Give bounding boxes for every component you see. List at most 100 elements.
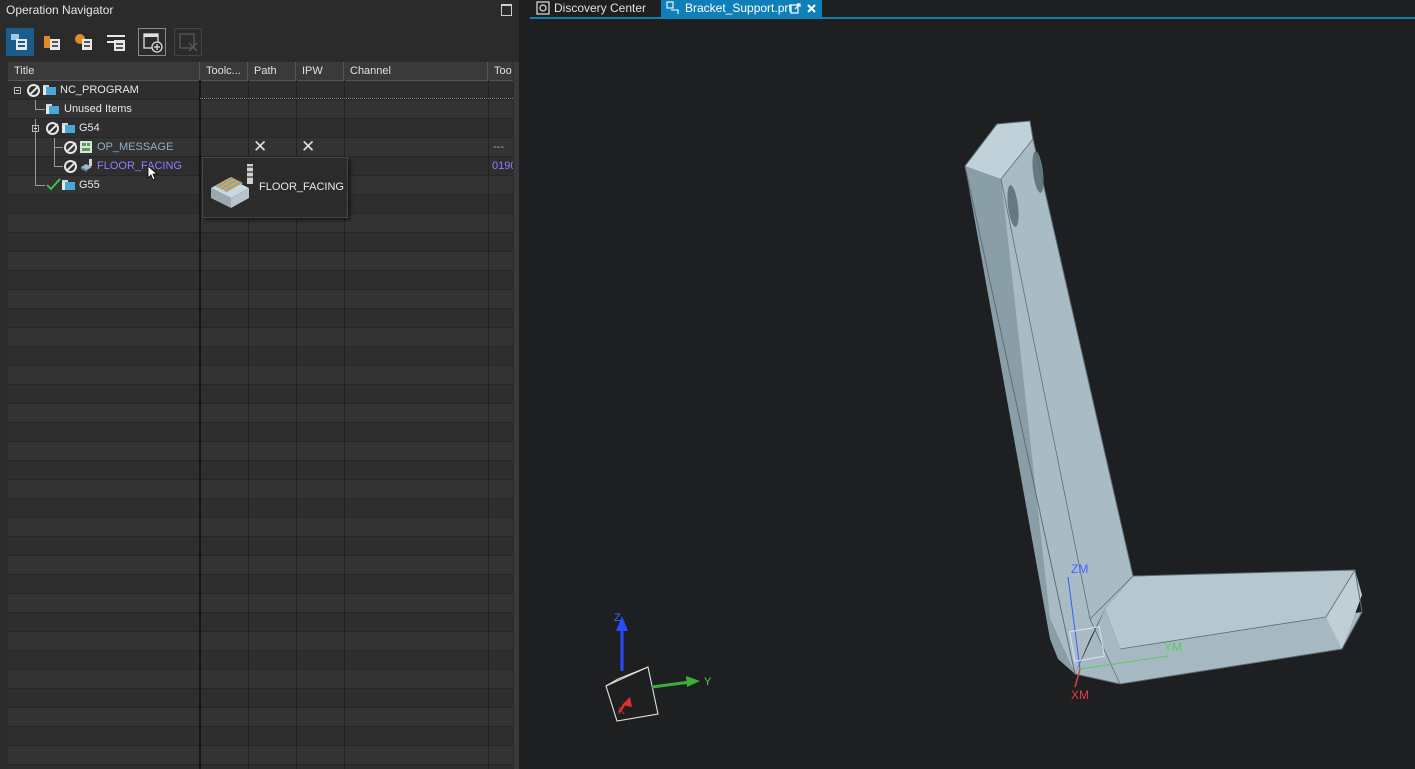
table-row-background <box>8 727 513 746</box>
mcs-z-label: ZM <box>1071 562 1088 576</box>
tab-label: Bracket_Support.prt <box>685 1 792 15</box>
tab-bracket-support[interactable]: Bracket_Support.prt <box>661 0 822 17</box>
column-header-toolchange[interactable]: Toolc... <box>200 62 248 80</box>
path-not-generated-icon: ✕ <box>253 137 268 156</box>
complete-check-icon <box>46 178 61 191</box>
tab-label: Discovery Center <box>554 1 647 15</box>
table-row-background <box>8 423 513 442</box>
table-row-nc-program[interactable]: NC_PROGRAM <box>8 81 513 100</box>
row-title: FLOOR_FACING <box>97 160 182 172</box>
table-row-background <box>8 309 513 328</box>
table-row-background <box>8 708 513 727</box>
row-tool: 0190 <box>492 160 513 172</box>
table-row-background <box>8 518 513 537</box>
table-row-background <box>8 689 513 708</box>
panel-splitter[interactable] <box>519 0 530 769</box>
geometry-view-button[interactable] <box>70 28 98 56</box>
part-model-view: ZM YM XM Z Y X <box>605 120 1363 722</box>
table-row-background <box>8 385 513 404</box>
operation-tooltip: FLOOR_FACING <box>202 157 348 218</box>
row-selection-line <box>200 98 513 99</box>
no-status-icon <box>46 122 59 135</box>
mouse-cursor-icon <box>147 165 158 181</box>
geometry-view-icon <box>75 34 92 50</box>
document-tab-bar: Discovery Center Bracket_Support.prt <box>530 0 1415 19</box>
machine-tool-view-button[interactable] <box>38 28 66 56</box>
column-header-title[interactable]: Title <box>8 62 200 80</box>
row-title: OP_MESSAGE <box>97 141 174 153</box>
column-header-path[interactable]: Path <box>248 62 296 80</box>
tree-line <box>54 166 63 167</box>
program-folder-icon <box>62 123 75 133</box>
no-status-icon <box>27 84 40 97</box>
table-header: Title Toolc... Path IPW Channel Too <box>8 62 513 81</box>
table-row-background <box>8 537 513 556</box>
row-title: G54 <box>79 122 100 134</box>
undock-icon[interactable] <box>790 3 801 14</box>
collapse-toggle-icon[interactable] <box>32 125 39 132</box>
no-status-icon <box>64 160 77 173</box>
table-row-background <box>8 233 513 252</box>
tooltip-label: FLOOR_FACING <box>259 181 344 193</box>
create-operation-icon <box>143 33 163 53</box>
row-title: NC_PROGRAM <box>60 84 139 96</box>
no-status-icon <box>64 141 77 154</box>
triad-x-label: X <box>618 706 625 717</box>
table-row-background <box>8 252 513 271</box>
tree-line <box>35 185 45 186</box>
maximize-icon[interactable] <box>501 4 512 16</box>
program-order-view-icon <box>11 34 27 50</box>
column-header-ipw[interactable]: IPW <box>296 62 344 80</box>
table-row-background <box>8 765 513 769</box>
table-row-background <box>8 480 513 499</box>
table-row-background <box>8 347 513 366</box>
ipw-not-generated-icon: ✕ <box>301 137 316 156</box>
table-row-background <box>8 613 513 632</box>
operation-navigator-panel: Operation Navigator Title Toolc... Path … <box>0 0 522 769</box>
delete-operation-button[interactable] <box>174 28 202 56</box>
tab-discovery-center[interactable]: Discovery Center <box>533 0 657 17</box>
row-title: G55 <box>79 179 100 191</box>
folder-icon <box>46 104 59 114</box>
machining-method-view-button[interactable] <box>102 28 130 56</box>
table-row-background <box>8 271 513 290</box>
row-tool: --- <box>493 141 504 153</box>
tree-line <box>35 138 36 157</box>
table-row-background <box>8 290 513 309</box>
table-row-background <box>8 499 513 518</box>
program-folder-icon <box>43 85 56 95</box>
navigator-title: Operation Navigator <box>6 3 114 17</box>
mcs-x-label: XM <box>1071 688 1089 702</box>
program-order-view-button[interactable] <box>6 28 34 56</box>
message-operation-icon <box>80 141 92 153</box>
column-header-tool[interactable]: Too <box>488 62 513 80</box>
navigator-titlebar: Operation Navigator <box>0 0 522 22</box>
machining-method-view-icon <box>107 35 125 51</box>
tree-line <box>35 109 45 110</box>
row-title: Unused Items <box>64 103 132 115</box>
floor-facing-operation-icon <box>81 159 92 172</box>
table-row-g54[interactable]: G54 <box>8 119 513 138</box>
table-row-background <box>8 575 513 594</box>
table-row-background <box>8 651 513 670</box>
mcs-y-label: YM <box>1164 640 1182 654</box>
view-triad[interactable]: Z Y X <box>605 612 712 722</box>
table-row-background <box>8 461 513 480</box>
close-tab-icon[interactable] <box>806 3 817 14</box>
table-row-background <box>8 746 513 765</box>
tree-line <box>54 147 63 148</box>
table-row-background <box>8 632 513 651</box>
graphics-viewport[interactable]: Discovery Center Bracket_Support.prt ZM … <box>530 0 1415 769</box>
table-row-unused-items[interactable]: Unused Items <box>8 100 513 119</box>
column-header-channel[interactable]: Channel <box>344 62 488 80</box>
tree-line <box>35 157 36 176</box>
discovery-icon <box>536 1 550 15</box>
program-folder-icon <box>62 180 75 190</box>
collapse-toggle-icon[interactable] <box>14 87 21 94</box>
delete-operation-icon <box>179 33 198 52</box>
table-row-background <box>8 556 513 575</box>
navigator-toolbar <box>0 24 522 60</box>
table-row-background <box>8 670 513 689</box>
create-operation-button[interactable] <box>138 28 166 56</box>
table-row-op-message[interactable]: OP_MESSAGE ✕ ✕ --- <box>8 137 513 157</box>
